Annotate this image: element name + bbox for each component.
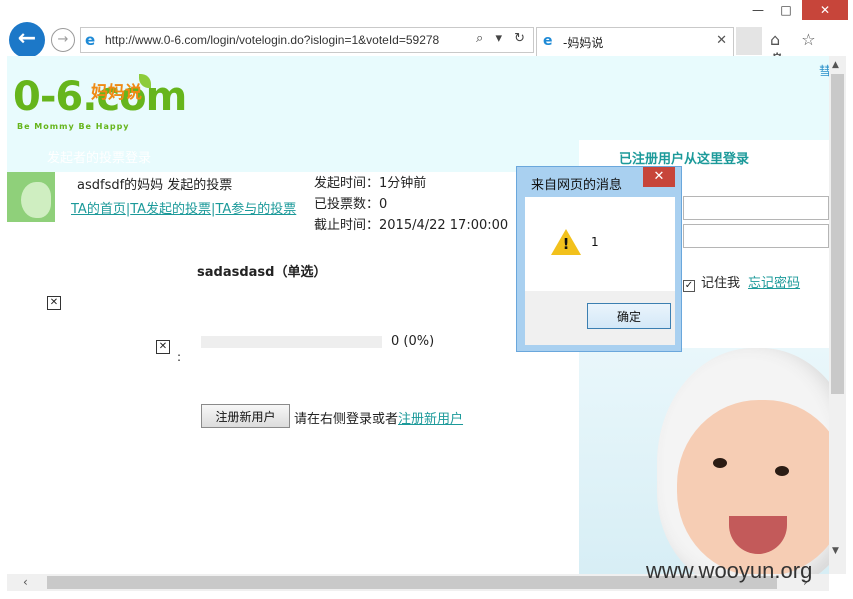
username-field[interactable] xyxy=(683,196,829,220)
result-progress-bar xyxy=(201,336,382,348)
new-tab-button[interactable] xyxy=(736,27,762,55)
login-title: 已注册用户从这里登录 xyxy=(619,152,750,167)
alert-dialog: 来自网页的消息 ✕ ! 1 确定 xyxy=(516,166,682,352)
dialog-message: 1 xyxy=(591,235,599,249)
scroll-up-icon[interactable]: ▲ xyxy=(832,60,839,70)
scroll-down-icon[interactable]: ▼ xyxy=(832,546,839,556)
forgot-password-link[interactable]: 忘记密码 xyxy=(748,276,800,291)
logo-chinese-text: 妈妈说 xyxy=(91,83,142,103)
register-hint-text: 请在右侧登录或者 xyxy=(294,412,399,427)
close-window-button[interactable]: ✕ xyxy=(802,0,848,20)
register-button[interactable]: 注册新用户 xyxy=(201,404,290,428)
remember-row: ✓ 记住我 忘记密码 xyxy=(683,272,800,292)
ie-icon: e xyxy=(85,31,96,49)
vertical-scrollbar[interactable]: ▲ ▼ xyxy=(829,56,846,574)
vertical-scroll-thumb[interactable] xyxy=(831,74,844,394)
minimize-button[interactable]: — xyxy=(744,0,772,20)
baby-eye xyxy=(775,466,789,476)
navigation-bar: ← → e http://www.0-6.com/login/votelogin… xyxy=(0,22,853,68)
tab-close-icon[interactable]: ✕ xyxy=(716,33,727,48)
result-text: 0 (0%) xyxy=(391,334,435,349)
link-ta-joined-votes[interactable]: TA参与的投票 xyxy=(215,202,296,217)
avatar[interactable] xyxy=(7,172,55,222)
title-bar: — □ ✕ xyxy=(0,0,853,22)
broken-image-icon: ✕ xyxy=(47,296,61,310)
scroll-left-icon[interactable]: ‹ xyxy=(23,575,28,589)
tab-title: -妈妈说 xyxy=(563,36,604,50)
watermark: www.wooyun.org xyxy=(646,558,813,583)
baby-eye xyxy=(713,458,727,468)
back-button[interactable]: ← xyxy=(9,22,45,58)
end-time: 截止时间：2015/4/22 17:00:00 xyxy=(314,218,509,233)
site-header: 0-6.com 妈妈说 Be Mommy Be Happy 彗 xyxy=(7,56,829,140)
broken-image-icon: ✕ xyxy=(156,340,170,354)
dialog-close-button[interactable]: ✕ xyxy=(643,167,675,187)
url-text[interactable]: http://www.0-6.com/login/votelogin.do?is… xyxy=(105,33,479,47)
baby-photo xyxy=(579,348,829,574)
remember-checkbox[interactable]: ✓ xyxy=(683,280,695,292)
register-hint: 请在右侧登录或者注册新用户 xyxy=(294,408,463,427)
link-ta-home[interactable]: TA的首页 xyxy=(71,202,126,217)
strip-title: 发起者的投票登录 xyxy=(47,151,152,166)
link-ta-created-votes[interactable]: TA发起的投票 xyxy=(130,202,211,217)
start-time: 发起时间：1分钟前 xyxy=(314,176,427,191)
maximize-button[interactable]: □ xyxy=(772,0,800,20)
vote-count: 已投票数：0 xyxy=(314,197,388,212)
search-refresh-icons[interactable]: ⌕ ▾ ↻ xyxy=(476,31,529,46)
warning-icon-mark: ! xyxy=(562,235,570,253)
logo-text: 0-6 xyxy=(13,74,83,120)
browser-tab[interactable]: e -妈妈说 ✕ xyxy=(536,27,734,56)
logo-tagline: Be Mommy Be Happy xyxy=(17,122,130,131)
dialog-body: ! 1 xyxy=(525,197,675,291)
ok-button[interactable]: 确定 xyxy=(587,303,671,329)
remember-label: 记住我 xyxy=(701,276,741,291)
option-colon: : xyxy=(177,350,182,364)
tab-ie-icon: e xyxy=(543,33,553,49)
register-link[interactable]: 注册新用户 xyxy=(398,412,463,427)
dialog-footer: 确定 xyxy=(525,291,675,345)
vote-question: sadasdasd（单选） xyxy=(197,265,327,280)
page-viewport: 0-6.com 妈妈说 Be Mommy Be Happy 彗 发起者的投票登录… xyxy=(7,56,829,574)
password-field[interactable] xyxy=(683,224,829,248)
vote-title: asdfsdf的妈妈 发起的投票 xyxy=(77,178,233,193)
avatar-face xyxy=(21,182,51,218)
forward-button[interactable]: → xyxy=(51,28,75,52)
address-bar[interactable]: e http://www.0-6.com/login/votelogin.do?… xyxy=(80,27,534,53)
dialog-title: 来自网页的消息 xyxy=(531,178,623,193)
header-right-link[interactable]: 彗 xyxy=(819,62,829,79)
vote-links: TA的首页|TA发起的投票|TA参与的投票 xyxy=(71,198,296,217)
